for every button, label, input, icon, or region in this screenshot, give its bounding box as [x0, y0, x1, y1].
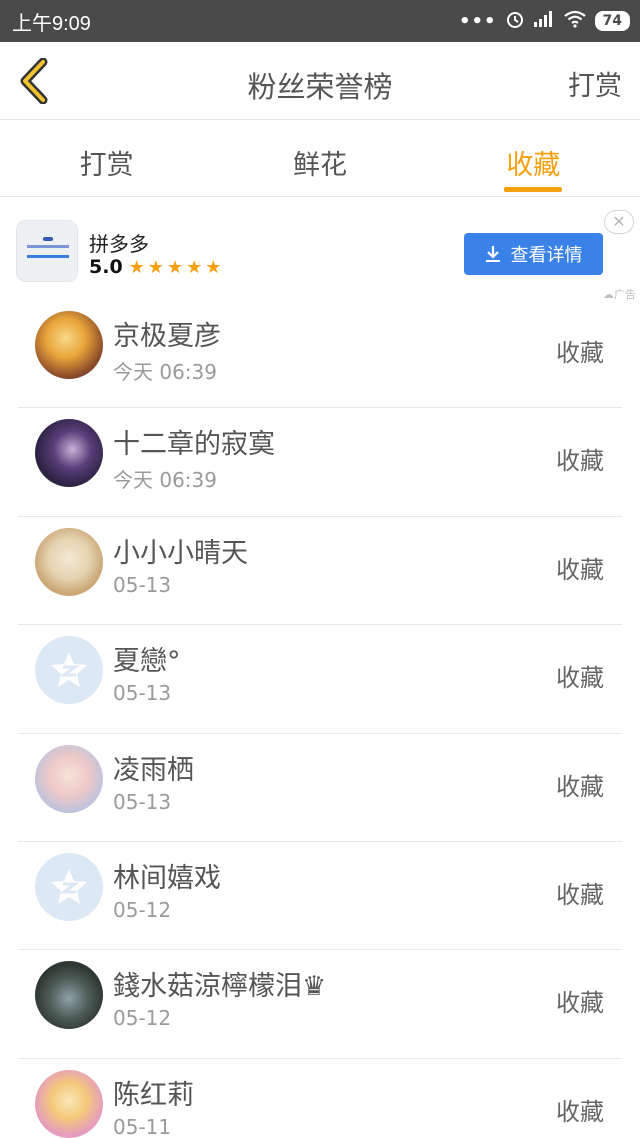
status-icons: ••• 74 — [459, 9, 630, 34]
fan-list: 京极夏彦 今天 06:39 收藏 十二章的寂寞 今天 06:39 收藏 小小小晴天 05-13… — [18, 300, 622, 1138]
tab-label: 收藏 — [506, 150, 561, 181]
download-icon — [485, 246, 500, 262]
timestamp: 05-12 — [113, 897, 172, 922]
alarm-icon — [505, 9, 525, 34]
timestamp: 05-13 — [113, 789, 172, 814]
timestamp: 05-11 — [113, 1114, 172, 1138]
default-avatar-icon — [51, 868, 87, 904]
back-button[interactable] — [12, 56, 56, 106]
ad-banner[interactable]: 拼多多 5.0 ★★★★★ 查看详情 ✕ ☁广告 — [0, 198, 640, 302]
list-item[interactable]: 小小小晴天 05-13 收藏 — [18, 517, 622, 626]
list-item[interactable]: 陈红莉 05-11 收藏 — [18, 1059, 622, 1138]
ad-app-icon — [16, 220, 78, 282]
list-item[interactable]: 京极夏彦今天 06:39 收藏 — [18, 300, 622, 409]
avatar[interactable] — [35, 527, 103, 596]
default-avatar-icon — [51, 652, 87, 688]
ad-stars: ★★★★★ — [128, 256, 225, 278]
user-name: 京极夏彦 — [113, 321, 221, 352]
favorite-label: 收藏 — [556, 555, 604, 584]
list-item[interactable]: 錢水菇涼檸檬泪♛ 05-12 收藏 — [18, 950, 622, 1059]
status-time: 上午9:09 — [12, 12, 91, 35]
tab-reward[interactable]: 打赏 — [0, 121, 213, 196]
avatar[interactable] — [35, 1069, 103, 1138]
list-item[interactable]: 夏戀° 05-13 收藏 — [18, 625, 622, 734]
favorite-label: 收藏 — [556, 772, 604, 801]
user-name: 陈红莉 — [113, 1079, 194, 1111]
view-details-button[interactable]: 查看详情 — [464, 233, 603, 275]
battery-indicator: 74 — [594, 11, 630, 31]
user-name: 錢水菇涼檸檬泪♛ — [113, 971, 327, 1003]
avatar[interactable] — [35, 311, 103, 379]
wifi-icon — [563, 10, 587, 33]
ad-rating-value: 5.0 — [89, 256, 123, 278]
ad-app-name: 拼多多 — [89, 232, 149, 256]
timestamp: 05-13 — [113, 681, 172, 706]
signal-icon — [533, 10, 555, 33]
back-arrow-icon — [20, 58, 48, 104]
ad-close-icon[interactable]: ✕ — [604, 210, 634, 234]
favorite-label: 收藏 — [556, 1097, 604, 1126]
ad-rating: 5.0 ★★★★★ — [89, 256, 224, 278]
user-name: 林间嬉戏 — [113, 862, 221, 894]
page-title: 粉丝荣誉榜 — [247, 70, 393, 104]
list-item[interactable]: 十二章的寂寞今天 06:39 收藏 — [18, 408, 622, 517]
timestamp: 05-12 — [113, 1006, 172, 1031]
user-name: 凌雨栖 — [113, 754, 194, 786]
timestamp: 今天 06:39 — [113, 468, 217, 493]
avatar[interactable] — [35, 636, 103, 705]
reward-button[interactable]: 打赏 — [568, 64, 622, 103]
tab-bar: 打赏 鲜花 收藏 — [0, 121, 640, 197]
tab-favorites[interactable]: 收藏 — [427, 121, 640, 196]
avatar[interactable] — [35, 419, 103, 488]
user-name: 夏戀° — [113, 646, 181, 678]
view-details-label: 查看详情 — [510, 245, 583, 266]
favorite-label: 收藏 — [556, 339, 604, 367]
avatar[interactable] — [35, 744, 103, 813]
tab-label: 鲜花 — [292, 150, 347, 181]
favorite-label: 收藏 — [556, 880, 604, 909]
status-bar: 上午9:09 ••• 74 — [0, 0, 640, 42]
user-name: 十二章的寂寞 — [113, 429, 275, 461]
list-item[interactable]: 凌雨栖 05-13 收藏 — [18, 734, 622, 842]
avatar[interactable] — [35, 852, 103, 921]
favorite-label: 收藏 — [556, 989, 604, 1018]
tab-flowers[interactable]: 鲜花 — [213, 121, 426, 196]
timestamp: 今天 06:39 — [113, 360, 217, 384]
tab-label: 打赏 — [79, 150, 134, 181]
user-name: 小小小晴天 — [113, 537, 248, 569]
header: 粉丝荣誉榜 打赏 — [0, 42, 640, 120]
favorite-label: 收藏 — [556, 664, 604, 693]
timestamp: 05-13 — [113, 572, 172, 597]
avatar[interactable] — [35, 961, 103, 1030]
list-item[interactable]: 林间嬉戏 05-12 收藏 — [18, 842, 622, 951]
more-dots-icon: ••• — [459, 10, 497, 32]
active-tab-indicator — [504, 187, 563, 192]
favorite-label: 收藏 — [556, 447, 604, 476]
